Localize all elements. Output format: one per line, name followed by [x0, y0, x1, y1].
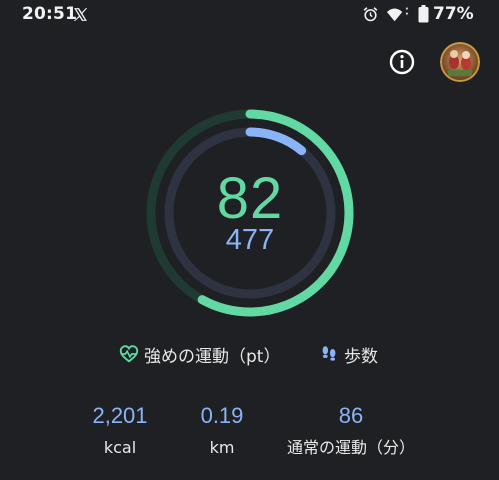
status-bar: 20:51 77% — [0, 0, 499, 30]
move-minutes-stat[interactable]: 86 通常の運動（分） — [272, 402, 430, 459]
battery-percentage: 77% — [433, 4, 474, 24]
distance-stat[interactable]: 0.19 km — [177, 402, 267, 459]
info-icon[interactable] — [388, 48, 416, 76]
legend-steps[interactable]: 歩数 — [318, 340, 378, 368]
legend-heart-points-label: 強めの運動（pt） — [144, 346, 281, 367]
calories-label: kcal — [103, 438, 137, 457]
heart-points-value: 82 — [216, 166, 284, 231]
alarm-icon — [363, 7, 378, 22]
distance-value: 0.19 — [200, 403, 244, 428]
move-minutes-value: 86 — [338, 403, 364, 428]
avatar[interactable] — [440, 42, 480, 82]
battery-icon — [418, 5, 429, 23]
legend-steps-label: 歩数 — [344, 346, 378, 367]
steps-value: 477 — [225, 224, 275, 256]
move-minutes-label: 通常の運動（分） — [286, 438, 415, 457]
activity-ring[interactable]: 82 477 — [145, 108, 355, 318]
calories-stat[interactable]: 2,201 kcal — [72, 402, 168, 459]
ring-legend: 強めの運動（pt） 歩数 — [0, 340, 499, 368]
status-time: 20:51 — [22, 4, 78, 24]
x-logo-icon — [73, 8, 88, 21]
calories-value: 2,201 — [92, 403, 148, 428]
footsteps-icon — [322, 346, 336, 361]
wifi-icon — [386, 6, 409, 22]
heart-pulse-icon — [119, 345, 139, 363]
distance-label: km — [209, 438, 235, 457]
legend-heart-points[interactable]: 強めの運動（pt） — [118, 340, 280, 368]
avatar-image — [440, 42, 480, 82]
